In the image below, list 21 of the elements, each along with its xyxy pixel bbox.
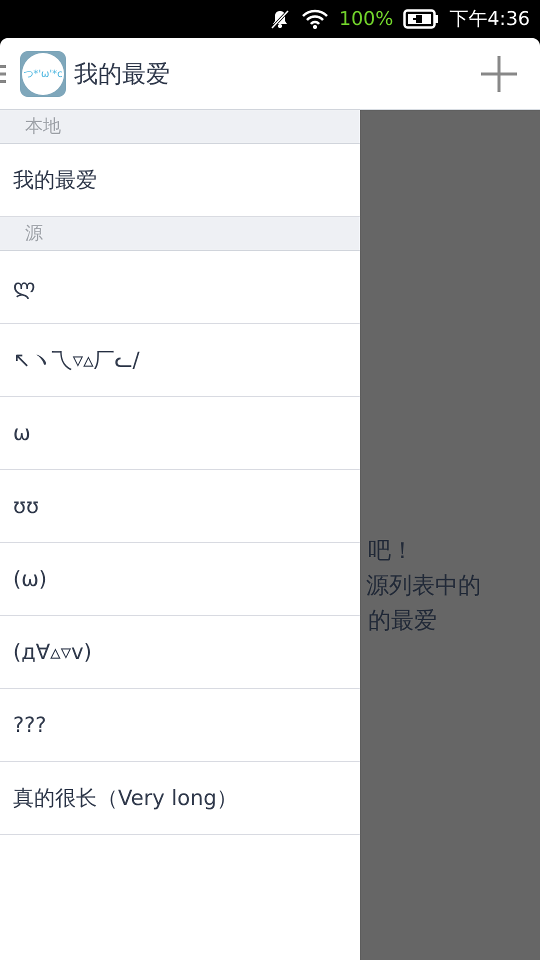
empty-hint-text: 吧！ xyxy=(368,537,415,566)
battery-charging-icon xyxy=(403,8,440,30)
clock: 下午4:36 xyxy=(449,7,530,32)
battery-percent: 100% xyxy=(339,8,394,30)
drawer-item[interactable]: ??? xyxy=(0,689,360,762)
empty-hint-text: 源列表中的 xyxy=(366,572,481,601)
wifi-icon xyxy=(301,8,329,30)
drawer-item[interactable]: ლ xyxy=(0,251,360,324)
section-header: 本地 xyxy=(0,110,360,144)
drawer-indicator-icon xyxy=(0,62,6,84)
drawer-item[interactable]: ↖ヽ乁▿▵厂ᓚ/ xyxy=(0,324,360,397)
app-title: 我的最爱 xyxy=(74,58,170,90)
drawer-item[interactable]: ʊʊ xyxy=(0,470,360,543)
empty-hint-text: 的最爱 xyxy=(368,607,438,636)
drawer-item[interactable]: (д∀▵▿v) xyxy=(0,616,360,689)
drawer-item[interactable]: 真的很长（Very long） xyxy=(0,762,360,835)
drawer-item[interactable]: (ω) xyxy=(0,543,360,616)
add-button[interactable] xyxy=(480,54,518,92)
drawer-item[interactable]: ω xyxy=(0,397,360,470)
muted-bell-icon xyxy=(269,8,291,30)
section-header: 源 xyxy=(0,217,360,251)
